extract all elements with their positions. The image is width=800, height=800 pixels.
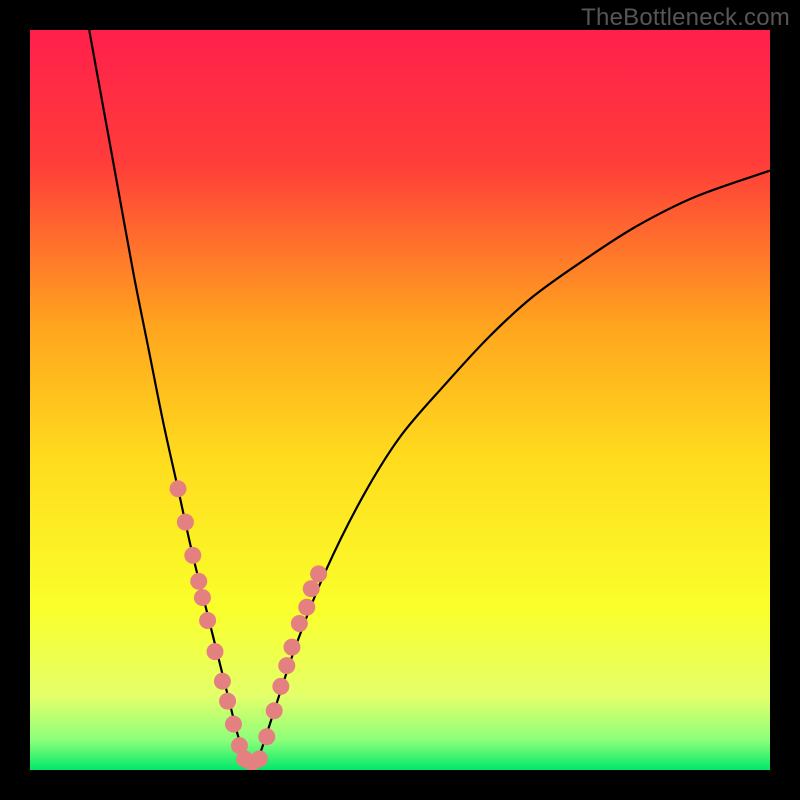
marker-point	[199, 612, 216, 629]
chart-frame: TheBottleneck.com	[0, 0, 800, 800]
marker-point	[207, 643, 224, 660]
marker-point	[177, 514, 194, 531]
marker-point	[310, 565, 327, 582]
marker-point	[214, 673, 231, 690]
marker-point	[283, 639, 300, 656]
watermark-text: TheBottleneck.com	[581, 4, 790, 32]
marker-point	[184, 547, 201, 564]
gradient-background	[30, 30, 770, 770]
marker-point	[272, 678, 289, 695]
marker-point	[190, 573, 207, 590]
marker-point	[278, 657, 295, 674]
marker-point	[251, 750, 268, 767]
marker-point	[258, 728, 275, 745]
marker-point	[225, 716, 242, 733]
marker-point	[303, 580, 320, 597]
marker-point	[219, 693, 236, 710]
plot-area	[30, 30, 770, 770]
chart-svg	[30, 30, 770, 770]
marker-point	[266, 702, 283, 719]
marker-point	[291, 615, 308, 632]
marker-point	[170, 480, 187, 497]
marker-point	[194, 589, 211, 606]
marker-point	[298, 599, 315, 616]
